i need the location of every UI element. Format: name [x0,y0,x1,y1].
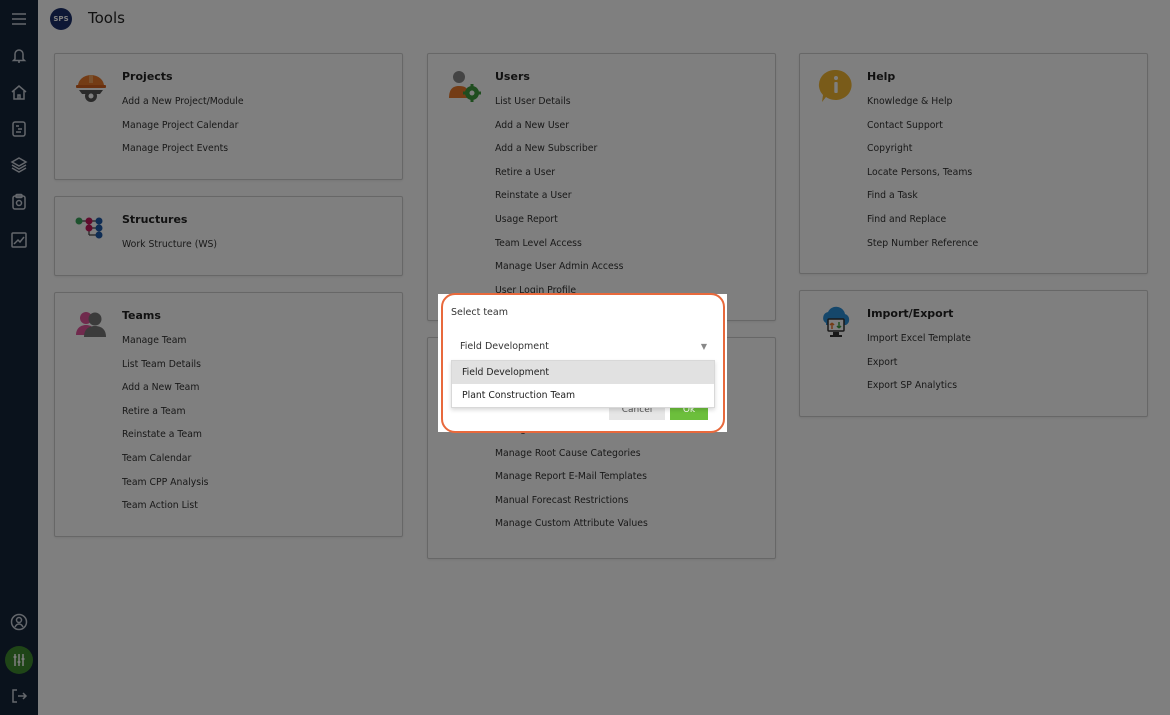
team-select[interactable]: Field Development ▼ [451,336,715,358]
team-option-field-development[interactable]: Field Development [452,361,714,384]
team-dropdown-list: Field Development Plant Construction Tea… [451,360,715,408]
team-select-value: Field Development [460,341,549,352]
team-option-plant-construction[interactable]: Plant Construction Team [452,384,714,407]
chevron-down-icon[interactable]: ▼ [701,336,707,358]
dialog-title: Select team [451,307,508,318]
